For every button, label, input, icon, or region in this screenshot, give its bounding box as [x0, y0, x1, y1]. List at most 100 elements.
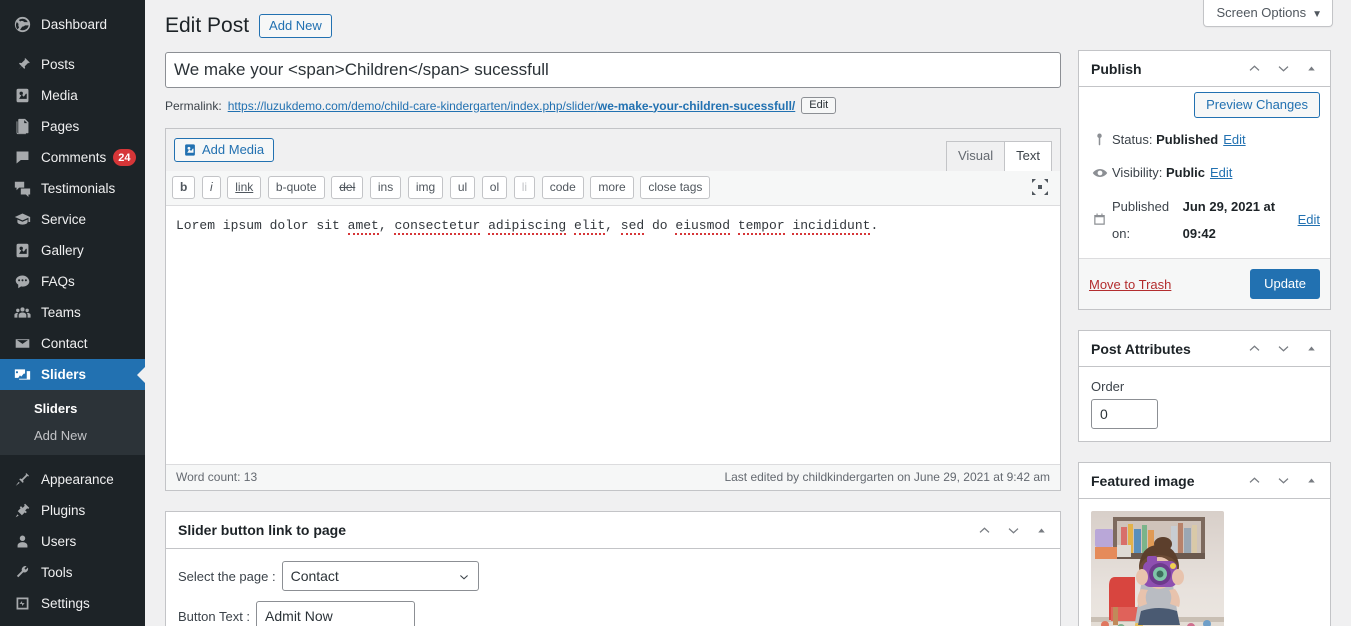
move-up-icon[interactable]: [977, 523, 992, 538]
permalink-prefix: https://luzukdemo.com/demo/child-care-ki…: [227, 98, 598, 113]
preview-changes-button[interactable]: Preview Changes: [1194, 92, 1320, 118]
quicktag-code[interactable]: code: [541, 176, 584, 199]
order-input[interactable]: [1091, 399, 1158, 430]
post-body-main-column: Permalink: https://luzukdemo.com/demo/ch…: [165, 52, 1065, 626]
quicktag-link[interactable]: link: [227, 176, 262, 199]
post-attributes-title: Post Attributes: [1091, 340, 1191, 357]
edit-permalink-button[interactable]: Edit: [801, 97, 837, 114]
move-up-icon[interactable]: [1247, 473, 1262, 488]
sidebar-item-users[interactable]: Users: [0, 526, 145, 557]
quicktag-i[interactable]: i: [201, 176, 221, 199]
featured-image-header: Featured image: [1079, 463, 1330, 500]
sliders-submenu: Sliders Add New: [0, 390, 145, 455]
sidebar-item-comments[interactable]: Comments 24: [0, 142, 145, 173]
sidebar-item-sliders[interactable]: Sliders: [0, 359, 145, 390]
toggle-panel-icon[interactable]: [1305, 474, 1318, 487]
toggle-panel-icon[interactable]: [1305, 62, 1318, 75]
edit-visibility-link[interactable]: Edit: [1210, 159, 1232, 186]
sidebar-item-contact[interactable]: Contact: [0, 328, 145, 359]
main-content: Screen Options ▼ Edit Post Add New Permal…: [145, 0, 1351, 626]
sidebar-item-plugins[interactable]: Plugins: [0, 495, 145, 526]
tab-visual[interactable]: Visual: [945, 140, 1006, 171]
editor-mode-tabs: Visual Text: [945, 140, 1052, 172]
edit-status-link[interactable]: Edit: [1223, 126, 1245, 153]
post-editor: Add Media Visual Text b i link b-quote d…: [165, 128, 1061, 491]
menu-spacer-1: [0, 40, 145, 49]
sidebar-item-label: Gallery: [41, 243, 84, 258]
add-new-button[interactable]: Add New: [259, 13, 332, 38]
sidebar-item-posts[interactable]: Posts: [0, 49, 145, 80]
chevron-down-icon: ▼: [1312, 9, 1322, 20]
page-title-row: Edit Post Add New: [165, 12, 332, 39]
move-up-icon[interactable]: [1247, 341, 1262, 356]
edit-published-date-link[interactable]: Edit: [1298, 206, 1320, 233]
button-text-row: Button Text :: [178, 601, 1048, 626]
add-media-button[interactable]: Add Media: [174, 138, 275, 162]
quicktag-img[interactable]: img: [407, 176, 444, 199]
plugins-icon: [12, 501, 32, 521]
sidebar-item-appearance[interactable]: Appearance: [0, 464, 145, 495]
featured-image-title: Featured image: [1091, 472, 1195, 489]
eye-icon: [1090, 165, 1109, 181]
sidebar-item-label: Appearance: [41, 472, 114, 487]
quicktag-b-quote[interactable]: b-quote: [267, 176, 325, 199]
testimonials-icon: [12, 179, 32, 199]
move-down-icon[interactable]: [1276, 341, 1291, 356]
sidebar-item-collapse-menu[interactable]: Collapse menu: [0, 619, 145, 626]
content-line: Lorem ipsum dolor sit amet, consectetur …: [176, 218, 879, 235]
quicktag-ul[interactable]: ul: [449, 176, 476, 199]
quicktag-del[interactable]: del: [331, 176, 364, 199]
button-text-input[interactable]: [256, 601, 416, 626]
update-button[interactable]: Update: [1250, 269, 1320, 300]
add-media-label: Add Media: [202, 142, 265, 157]
move-down-icon[interactable]: [1276, 473, 1291, 488]
sidebar-item-testimonials[interactable]: Testimonials: [0, 173, 145, 204]
sidebar-item-teams[interactable]: Teams: [0, 297, 145, 328]
quicktag-ins[interactable]: ins: [369, 176, 402, 199]
sidebar-item-label: Plugins: [41, 503, 86, 518]
appearance-icon: [12, 470, 32, 490]
distraction-free-icon[interactable]: [1030, 177, 1050, 197]
quicktag-li[interactable]: li: [513, 176, 536, 199]
sidebar-item-gallery[interactable]: Gallery: [0, 235, 145, 266]
move-down-icon[interactable]: [1006, 523, 1021, 538]
publish-box-header: Publish: [1079, 51, 1330, 87]
move-down-icon[interactable]: [1276, 61, 1291, 76]
screen-meta-links: Screen Options ▼: [1203, 0, 1333, 27]
sidebar-item-media[interactable]: Media: [0, 80, 145, 111]
sidebar-item-tools[interactable]: Tools: [0, 557, 145, 588]
sidebar-item-pages[interactable]: Pages: [0, 111, 145, 142]
permalink-link[interactable]: https://luzukdemo.com/demo/child-care-ki…: [228, 99, 796, 113]
select-page-dropdown[interactable]: Contact: [281, 561, 479, 591]
permalink-slug: we-make-your-children-sucessfull/: [597, 98, 796, 113]
sidebar-item-dashboard[interactable]: Dashboard: [0, 9, 145, 40]
toggle-panel-icon[interactable]: [1305, 342, 1318, 355]
toggle-panel-icon[interactable]: [1035, 524, 1048, 537]
quicktag-more[interactable]: more: [590, 176, 634, 199]
sidebar-item-service[interactable]: Service: [0, 204, 145, 235]
slider-metabox-title: Slider button link to page: [178, 522, 346, 538]
submenu-item-sliders[interactable]: Sliders: [0, 395, 145, 422]
screen-options-label: Screen Options: [1216, 5, 1307, 20]
featured-image-thumbnail[interactable]: [1091, 511, 1224, 626]
slider-metabox-content: Select the page : Contact Button Text :: [166, 549, 1060, 626]
move-up-icon[interactable]: [1247, 61, 1262, 76]
move-to-trash-link[interactable]: Move to Trash: [1089, 277, 1171, 292]
post-content-textarea[interactable]: Lorem ipsum dolor sit amet, consectetur …: [166, 206, 1060, 464]
submenu-item-label: Add New: [34, 428, 87, 443]
dashboard-icon: [12, 15, 32, 35]
quicktag-ol[interactable]: ol: [481, 176, 508, 199]
quicktag-close-tags[interactable]: close tags: [640, 176, 711, 199]
users-icon: [12, 532, 32, 552]
screen-options-button[interactable]: Screen Options ▼: [1203, 0, 1333, 27]
last-edited-info: Last edited by childkindergarten on June…: [724, 470, 1050, 484]
admin-sidebar: Dashboard Posts Media Pages Comments 24 …: [0, 0, 145, 626]
status-value: Published: [1156, 132, 1219, 147]
sidebar-item-settings[interactable]: Settings: [0, 588, 145, 619]
sidebar-item-faqs[interactable]: FAQs: [0, 266, 145, 297]
post-title-input[interactable]: [165, 52, 1061, 88]
tab-text[interactable]: Text: [1004, 140, 1052, 172]
quicktag-b[interactable]: b: [172, 176, 196, 199]
submenu-item-add-new[interactable]: Add New: [0, 422, 145, 449]
sidebar-item-label: Media: [41, 88, 78, 103]
